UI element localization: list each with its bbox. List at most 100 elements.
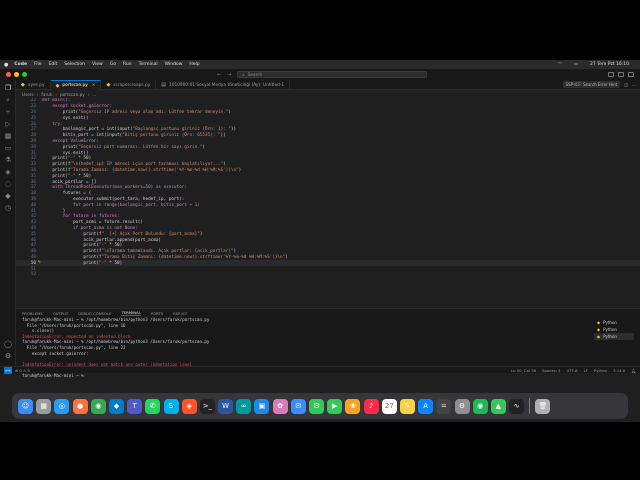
terminal-item[interactable]: ◆ Python [594, 333, 634, 340]
photos-icon[interactable]: ❀ [345, 398, 361, 414]
breadcrumb-item[interactable]: faruk [41, 92, 52, 97]
notifications-icon[interactable]: 🔔︎ [631, 368, 636, 373]
extensions-icon[interactable]: ▦ [4, 132, 12, 140]
account-icon[interactable]: ◯ [4, 340, 12, 348]
breadcrumb-item[interactable]: ... [92, 92, 96, 97]
language-mode[interactable]: Python [594, 368, 607, 373]
more-actions-icon[interactable]: … [632, 82, 636, 87]
python-version[interactable]: 3.14.0 [613, 368, 625, 373]
messages-icon[interactable]: ✉ [309, 398, 324, 414]
close-window-button[interactable] [6, 72, 11, 77]
breadcrumb-item[interactable]: portscan.py [60, 92, 85, 97]
firefox-icon[interactable]: ● [72, 398, 88, 414]
vmware-icon[interactable]: ▣ [254, 398, 270, 414]
menu-app-name[interactable]: Code [14, 62, 27, 67]
arduino-icon[interactable]: ∞ [236, 398, 252, 414]
menu-go[interactable]: Go [110, 62, 116, 67]
encoding[interactable]: UTF-8 [567, 368, 578, 373]
back-arrow-icon[interactable]: ← [217, 72, 221, 78]
facetime-icon[interactable]: ▶ [327, 398, 343, 414]
terminal-item[interactable]: ◆ Python [594, 319, 634, 326]
forward-arrow-icon[interactable]: → [227, 72, 231, 78]
minimize-window-button[interactable] [14, 72, 19, 77]
run-debug-icon[interactable]: ▷ [4, 120, 12, 128]
calculator-icon[interactable]: = [436, 398, 452, 414]
spotify-icon[interactable]: ◉ [472, 398, 488, 414]
menu-file[interactable]: File [34, 62, 42, 67]
battery-icon[interactable]: ▭ [574, 62, 578, 67]
code-line[interactable]: 52 [16, 272, 640, 278]
apple-icon[interactable]: ● [4, 62, 8, 68]
tab-scrapercroaps[interactable]: ◆ scrapercroaps.py [101, 80, 157, 90]
skype-icon[interactable]: S [163, 398, 179, 414]
tab-problems[interactable]: PROBLEMS [22, 311, 43, 316]
toggle-sidebar-icon[interactable] [608, 72, 614, 77]
breadcrumb-item[interactable]: Users [22, 92, 34, 97]
appstore-icon[interactable]: A [418, 398, 434, 414]
remote-indicator-icon[interactable]: ⟷ [4, 366, 12, 374]
settings-icon[interactable]: ⚙ [454, 398, 470, 414]
command-center-search[interactable]: ⌕ Search [237, 71, 428, 78]
settings-gear-icon[interactable]: ⚙ [4, 352, 12, 360]
wifi-icon[interactable]: ◠ [558, 62, 562, 67]
clock[interactable]: 27 Tem Pzt 16:10 [590, 62, 629, 67]
menu-help[interactable]: Help [189, 62, 199, 67]
layout-icon[interactable] [628, 72, 634, 77]
mail-icon[interactable]: ✉ [290, 398, 306, 414]
extension-hint[interactable]: SSP-ICF: Search Error Hint [562, 81, 621, 88]
menu-edit[interactable]: Edit [49, 62, 58, 67]
source-control-icon[interactable]: ⑂ [4, 108, 12, 116]
launchpad-icon[interactable]: ▦ [36, 398, 52, 414]
vscode-icon[interactable]: ◆ [108, 398, 124, 414]
python-icon[interactable]: ◆ [4, 192, 12, 200]
indentation[interactable]: Spaces: 4 [542, 368, 560, 373]
lightbulb-icon[interactable]: ✎ [38, 260, 41, 265]
photo-icon[interactable]: ✿ [272, 398, 288, 414]
tab-untitled[interactable]: ▤ 1010900:01 Sosyal Medya Yöneticiliği (… [156, 80, 291, 90]
finder-icon[interactable]: ☺ [18, 398, 33, 414]
terminal-item[interactable]: ◆ Python [594, 326, 634, 333]
menu-run[interactable]: Run [123, 62, 132, 67]
tab-portscan[interactable]: ◆ portscan.py × [50, 80, 102, 90]
terminal-icon[interactable]: >_ [199, 398, 215, 414]
brave-icon[interactable]: ◈ [181, 398, 197, 414]
chrome-icon[interactable]: ◉ [90, 398, 106, 414]
tab-terminal[interactable]: TERMINAL [121, 310, 141, 316]
tab-ssp-icf[interactable]: SSP-ICF [173, 311, 187, 316]
menu-view[interactable]: View [92, 62, 103, 67]
toggle-panel-icon[interactable] [618, 72, 624, 77]
explorer-icon[interactable]: ❐ [4, 84, 12, 92]
menu-selection[interactable]: Selection [64, 62, 85, 67]
chat-icon[interactable]: ◌ [4, 180, 12, 188]
word-icon[interactable]: W [218, 398, 234, 414]
timeline-icon[interactable]: ◷ [4, 204, 12, 212]
end-of-line[interactable]: LF [584, 368, 588, 373]
remote-explorer-icon[interactable]: ▭ [4, 144, 12, 152]
activity-icon[interactable]: ∿ [509, 398, 525, 414]
docker-icon[interactable]: ◈ [4, 168, 12, 176]
tab-output[interactable]: OUTPUT [53, 311, 68, 316]
notes-icon[interactable]: ✎ [399, 398, 415, 414]
music-icon[interactable]: ♪ [363, 398, 379, 414]
maps-icon[interactable]: ▲ [490, 398, 506, 414]
safari-icon[interactable]: ◎ [54, 398, 70, 414]
errors-icon[interactable]: ⊗ 0 ⚠ 0 [15, 368, 30, 373]
breadcrumb: Users › faruk › portscan.py › ... [16, 91, 96, 98]
testing-icon[interactable]: ⚗ [4, 156, 12, 164]
tab-ayes[interactable]: ◆ ayes.py [16, 80, 51, 90]
menu-terminal[interactable]: Terminal [139, 62, 158, 67]
tab-debug-console[interactable]: DEBUG CONSOLE [78, 311, 111, 316]
code-editor[interactable]: 22 def main(): 23 except socket.gaierror: 2… [16, 98, 640, 330]
teams-icon[interactable]: T [127, 398, 143, 414]
calendar-icon[interactable]: 27 [381, 398, 397, 414]
split-editor-icon[interactable]: ◫ [624, 82, 628, 87]
cursor-position[interactable]: Ln 50, Col 36 [511, 368, 536, 373]
search-sidebar-icon[interactable]: ⌕ [4, 96, 12, 104]
whatsapp-icon[interactable]: ✆ [145, 398, 161, 414]
close-tab-icon[interactable]: × [92, 83, 96, 88]
tab-ports[interactable]: PORTS [151, 311, 163, 316]
trash-icon[interactable]: 🗑︎ [535, 398, 551, 414]
menu-window[interactable]: Window [165, 62, 183, 67]
zoom-window-button[interactable] [22, 72, 27, 77]
chevron-right-icon: › [87, 92, 90, 97]
